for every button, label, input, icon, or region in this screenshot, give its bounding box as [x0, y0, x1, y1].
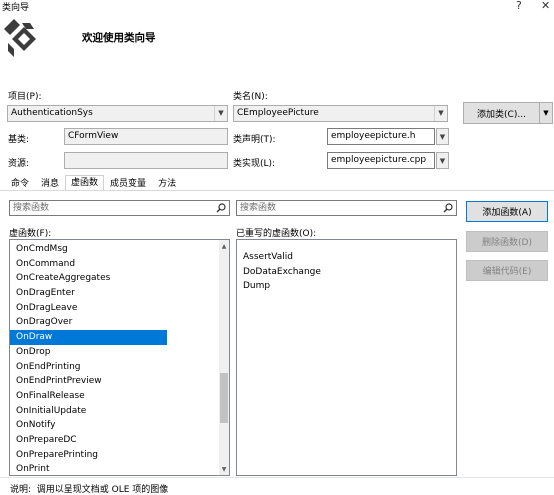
add-function-button[interactable]: 添加函数(A): [466, 201, 548, 222]
left-search-placeholder: 搜索函数: [13, 203, 50, 213]
project-combo[interactable]: AuthenticationSys ▼: [7, 105, 228, 122]
tab-commands[interactable]: 命令: [5, 176, 35, 190]
overridden-functions-list[interactable]: AssertValid DoDataExchange Dump: [236, 239, 457, 476]
chevron-down-icon: ▼: [214, 106, 227, 121]
virtual-functions-scrollbar[interactable]: ▲ ▼: [219, 240, 229, 475]
class-wizard-logo-icon: [4, 19, 36, 57]
list-item[interactable]: OnDragEnter: [10, 286, 229, 301]
list-item[interactable]: OnPrepareDC: [10, 433, 229, 448]
chevron-down-icon: ▼: [543, 109, 549, 117]
resource-label: 资源:: [8, 159, 30, 169]
list-item[interactable]: Dump: [237, 279, 456, 294]
list-item[interactable]: OnDraw: [10, 330, 167, 345]
chevron-down-icon: ▼: [439, 156, 446, 165]
class-impl-field[interactable]: employeepicture.cpp: [327, 152, 435, 169]
list-item[interactable]: DoDataExchange: [237, 265, 456, 280]
class-impl-dropdown[interactable]: ▼: [436, 152, 449, 169]
add-class-button[interactable]: 添加类(C)...: [463, 102, 540, 124]
class-decl-dropdown[interactable]: ▼: [436, 128, 449, 145]
project-value: AuthenticationSys: [11, 108, 93, 118]
help-button[interactable]: ?: [516, 0, 522, 12]
search-icon[interactable]: [443, 203, 453, 213]
list-item[interactable]: OnDragOver: [10, 315, 229, 330]
status-label: 说明:: [10, 485, 32, 495]
tab-virtual-functions[interactable]: 虚函数: [65, 175, 105, 191]
list-item[interactable]: OnPrint: [10, 462, 229, 475]
left-search-input[interactable]: 搜索函数: [9, 200, 230, 216]
status-bar: 说明: 调用以呈现文档或 OLE 项的图像: [10, 482, 168, 495]
status-text: 调用以呈现文档或 OLE 项的图像: [36, 485, 169, 495]
tab-messages[interactable]: 消息: [35, 176, 65, 190]
overridden-functions-label: 已重写的虚函数(O):: [236, 229, 317, 239]
base-class-field: CFormView: [64, 128, 228, 145]
right-search-input[interactable]: 搜索函数: [236, 200, 457, 216]
project-label: 项目(P):: [8, 92, 42, 102]
list-item[interactable]: OnCreateAggregates: [10, 271, 229, 286]
classname-value: CEmployeePicture: [237, 108, 319, 118]
virtual-functions-label: 虚函数(F):: [9, 229, 52, 239]
close-button[interactable]: ✕: [541, 0, 550, 12]
class-decl-label: 类声明(T):: [233, 135, 276, 145]
tab-methods[interactable]: 方法: [152, 176, 182, 190]
add-class-dropdown-button[interactable]: ▼: [539, 102, 553, 124]
list-item[interactable]: OnEndPrintPreview: [10, 374, 229, 389]
welcome-heading: 欢迎使用类向导: [82, 32, 156, 44]
scroll-down-icon[interactable]: ▼: [219, 463, 229, 475]
tab-member-variables[interactable]: 成员变量: [104, 176, 152, 190]
chevron-down-icon: ▼: [434, 106, 447, 121]
resource-field: [64, 152, 228, 169]
list-item[interactable]: OnEndPrinting: [10, 360, 229, 375]
classname-combo[interactable]: CEmployeePicture ▼: [233, 105, 448, 122]
list-item[interactable]: OnInitialUpdate: [10, 404, 229, 419]
scroll-up-icon[interactable]: ▲: [219, 240, 229, 252]
list-item[interactable]: OnPreparePrinting: [10, 448, 229, 463]
chevron-down-icon: ▼: [439, 132, 446, 141]
list-item[interactable]: OnNotify: [10, 418, 229, 433]
list-item[interactable]: OnFinalRelease: [10, 389, 229, 404]
status-divider: [0, 477, 554, 478]
list-item[interactable]: OnDrop: [10, 345, 229, 360]
list-item[interactable]: OnCmdMsg: [10, 242, 229, 257]
virtual-functions-list[interactable]: OnCmdMsg OnCommand OnCreateAggregates OnDra…: [9, 239, 230, 476]
window-title: 类向导: [2, 3, 30, 13]
base-class-label: 基类:: [8, 135, 30, 145]
list-item[interactable]: OnCommand: [10, 257, 229, 272]
classname-label: 类名(N):: [233, 92, 268, 102]
class-impl-label: 类实现(L):: [233, 159, 276, 169]
search-icon[interactable]: [216, 203, 226, 213]
tab-strip: 命令 消息 虚函数 成员变量 方法: [5, 175, 182, 191]
tab-divider: [0, 190, 554, 191]
edit-code-button[interactable]: 编辑代码(E): [466, 260, 548, 281]
list-item[interactable]: AssertValid: [237, 250, 456, 265]
delete-function-button[interactable]: 删除函数(D): [466, 231, 548, 252]
scrollbar-thumb[interactable]: [220, 373, 228, 423]
right-search-placeholder: 搜索函数: [240, 203, 277, 213]
list-item[interactable]: OnDragLeave: [10, 301, 229, 316]
class-decl-field[interactable]: employeepicture.h: [327, 128, 435, 145]
add-class-label: 添加类(C)...: [477, 109, 526, 120]
